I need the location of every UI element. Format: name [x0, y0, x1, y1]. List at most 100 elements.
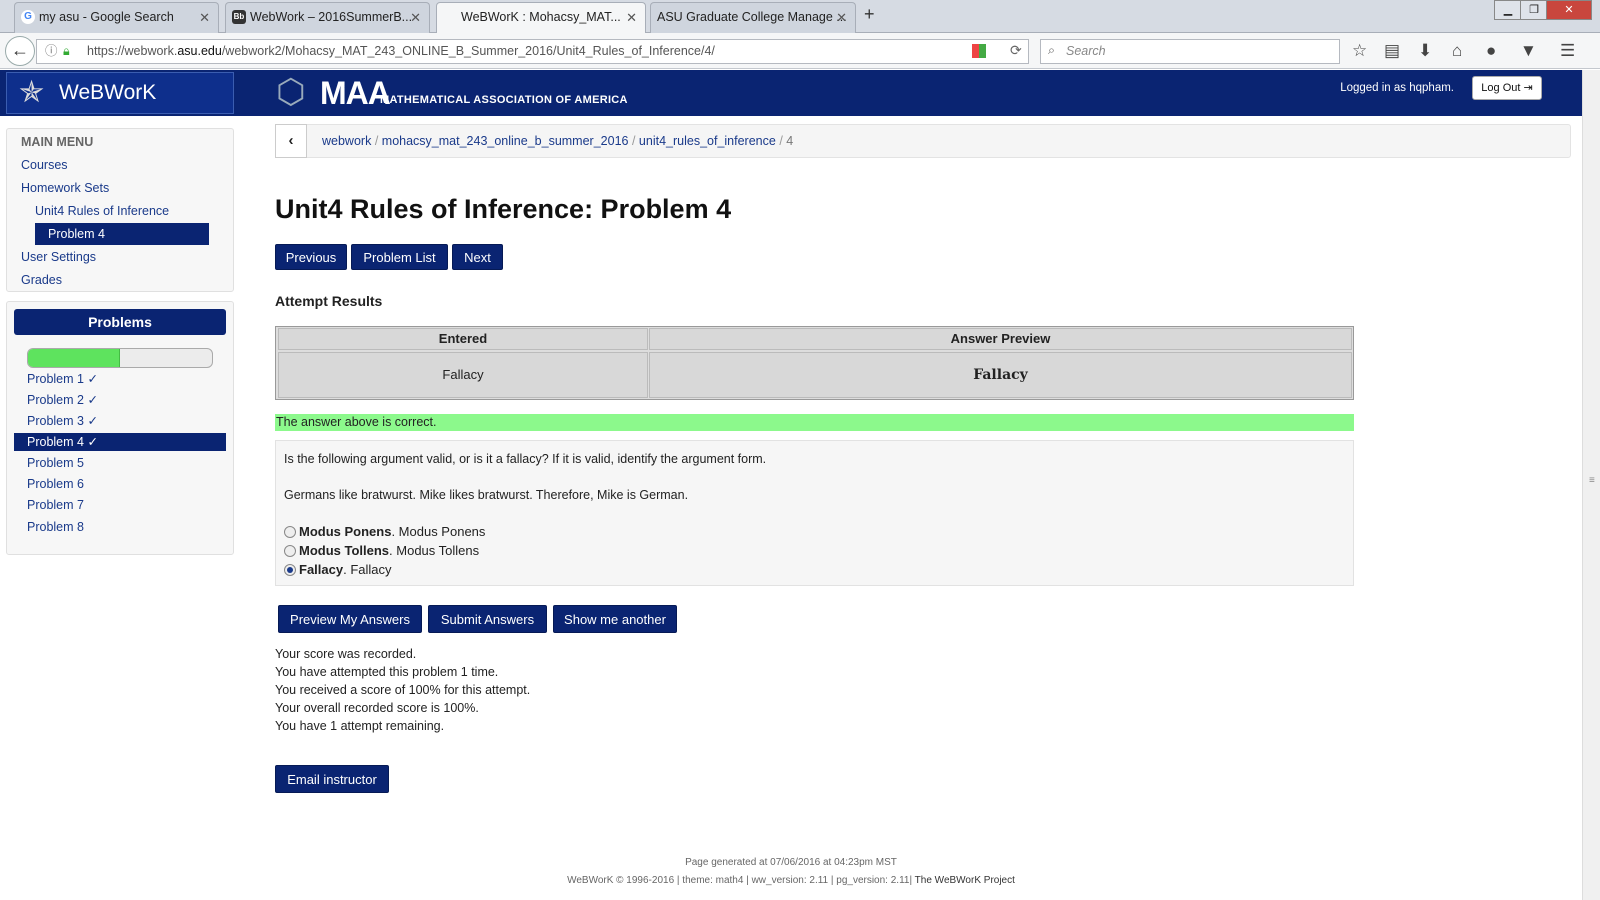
menu-item-homework-sets[interactable]: Homework Sets — [21, 181, 109, 195]
hamburger-menu-icon[interactable]: ☰ — [1560, 41, 1575, 61]
site-header: ✯ WeBWorK ⬡ MAA MATHEMATICAL ASSOCIATION… — [0, 70, 1582, 116]
blackboard-icon: Bb — [232, 10, 246, 24]
submit-answers-button[interactable]: Submit Answers — [428, 605, 547, 633]
search-input[interactable]: ⌕ Search — [1040, 39, 1340, 64]
score-line: Your overall recorded score is 100%. — [275, 701, 479, 715]
problem-link-3[interactable]: Problem 3 ✓ — [27, 413, 98, 428]
radio-button[interactable] — [284, 545, 296, 557]
search-icon: ⌕ — [1048, 43, 1056, 57]
preview-answers-button[interactable]: Preview My Answers — [278, 605, 422, 633]
previous-button[interactable]: Previous — [275, 244, 347, 270]
radio-button[interactable] — [284, 526, 296, 538]
problem-list-button[interactable]: Problem List — [351, 244, 448, 270]
main-menu: MAIN MENU Courses Homework Sets Unit4 Ru… — [6, 128, 234, 292]
close-icon[interactable]: ✕ — [199, 3, 210, 32]
window-close-button[interactable]: ✕ — [1546, 0, 1592, 20]
page-scrollbar[interactable]: ≡ — [1582, 70, 1600, 900]
next-button[interactable]: Next — [452, 244, 503, 270]
score-line: You received a score of 100% for this at… — [275, 683, 531, 697]
close-icon[interactable]: ✕ — [626, 3, 637, 32]
bookmark-star-icon[interactable]: ☆ — [1352, 41, 1367, 61]
pocket-icon[interactable]: ▼ — [1520, 41, 1537, 61]
option-label-rest: . Modus Tollens — [389, 543, 480, 558]
breadcrumb-current: 4 — [786, 134, 794, 148]
url-bar[interactable]: ⓘ 🔒︎ https://webwork.asu.edu/webwork2/Mo… — [36, 39, 1029, 64]
footer-version-text: WeBWorK © 1996-2016 | theme: math4 | ww_… — [567, 875, 913, 886]
extension-icon[interactable] — [972, 44, 986, 58]
option-fallacy[interactable]: Fallacy. Fallacy — [284, 562, 392, 577]
chevron-left-icon[interactable]: ‹ — [275, 124, 307, 158]
problem-link-6[interactable]: Problem 6 — [27, 477, 84, 491]
menu-item-unit4[interactable]: Unit4 Rules of Inference — [35, 204, 169, 218]
browser-tab-bar: G my asu - Google Search ✕ Bb WebWork – … — [0, 0, 1600, 34]
close-icon[interactable]: ✕ — [410, 3, 421, 32]
tab-webwork-active[interactable]: WeBWorK : Mohacsy_MAT... ✕ — [436, 2, 646, 34]
main-menu-heading: MAIN MENU — [21, 135, 94, 149]
menu-item-courses[interactable]: Courses — [21, 158, 68, 172]
page-title: Unit4 Rules of Inference: Problem 4 — [275, 194, 732, 224]
download-icon[interactable]: ⬇ — [1418, 41, 1432, 61]
breadcrumb-course[interactable]: mohacsy_mat_243_online_b_summer_2016 — [382, 134, 629, 148]
option-label-rest: . Fallacy — [343, 562, 392, 577]
problem-link-1[interactable]: Problem 1 ✓ — [27, 371, 98, 386]
reload-icon[interactable]: ⟳ — [1010, 42, 1022, 59]
menu-item-user-settings[interactable]: User Settings — [21, 250, 96, 264]
problems-heading: Problems — [14, 309, 226, 335]
option-label-bold: Modus Ponens — [299, 524, 392, 539]
score-line: You have attempted this problem 1 time. — [275, 665, 499, 679]
minimize-button[interactable]: ▁ — [1494, 0, 1522, 20]
home-icon[interactable]: ⌂ — [1452, 41, 1462, 61]
breadcrumb-separator: / — [779, 134, 783, 148]
option-modus-tollens[interactable]: Modus Tollens. Modus Tollens — [284, 543, 479, 558]
webwork-project-link[interactable]: The WeBWorK Project — [915, 875, 1015, 886]
progress-bar — [27, 348, 213, 368]
option-label-bold: Fallacy — [299, 562, 344, 577]
problem-link-7[interactable]: Problem 7 — [27, 498, 84, 512]
logged-in-text: Logged in as hqpham. — [1340, 82, 1454, 94]
exit-icon: ⇥ — [1523, 82, 1533, 94]
close-icon[interactable]: ✕ — [836, 3, 847, 32]
footer-copyright: WeBWorK © 1996-2016 | theme: math4 | ww_… — [0, 875, 1582, 886]
show-another-button[interactable]: Show me another — [553, 605, 677, 633]
new-tab-button[interactable]: + — [864, 4, 875, 25]
tab-label: WeBWorK : Mohacsy_MAT... — [461, 10, 621, 24]
scroll-grip-icon[interactable]: ≡ — [1589, 475, 1595, 486]
answer-preview-cell: Fallacy — [649, 352, 1352, 398]
question-text: Is the following argument valid, or is i… — [284, 452, 767, 466]
problem-link-8[interactable]: Problem 8 — [27, 520, 84, 534]
breadcrumb-separator: / — [374, 134, 379, 148]
problem-link-5[interactable]: Problem 5 — [27, 456, 84, 470]
maa-long-name: MATHEMATICAL ASSOCIATION OF AMERICA — [380, 94, 628, 106]
menu-item-problem-4-selected[interactable]: Problem 4 — [35, 223, 209, 245]
info-icon[interactable]: ⓘ — [45, 40, 58, 63]
tab-label: my asu - Google Search — [39, 10, 174, 24]
webwork-brand-link[interactable]: ✯ WeBWorK — [6, 72, 234, 114]
correct-message: The answer above is correct. — [275, 414, 1354, 431]
url-domain: asu.edu — [177, 44, 222, 58]
reading-list-icon[interactable]: ▤ — [1384, 41, 1400, 61]
attempt-results-heading: Attempt Results — [275, 293, 383, 309]
problem-link-4-selected[interactable]: Problem 4 ✓ — [14, 433, 226, 451]
tab-blackboard[interactable]: Bb WebWork – 2016SummerB... ✕ — [225, 2, 430, 33]
chat-icon[interactable]: ● — [1486, 41, 1496, 61]
maximize-button[interactable]: ❐ — [1520, 0, 1548, 20]
breadcrumb-webwork[interactable]: webwork — [322, 134, 371, 148]
tab-label: WebWork – 2016SummerB... — [250, 10, 413, 24]
radio-button-selected[interactable] — [284, 564, 296, 576]
tab-asu-graduate[interactable]: ASU Graduate College Manage ... ✕ — [650, 2, 856, 33]
option-modus-ponens[interactable]: Modus Ponens. Modus Ponens — [284, 524, 485, 539]
breadcrumb: ‹ webwork / mohacsy_mat_243_online_b_sum… — [275, 124, 1571, 158]
tab-google-search[interactable]: G my asu - Google Search ✕ — [14, 2, 219, 33]
menu-item-grades[interactable]: Grades — [21, 273, 62, 287]
breadcrumb-set[interactable]: unit4_rules_of_inference — [639, 134, 776, 148]
problem-body: Is the following argument valid, or is i… — [275, 440, 1354, 586]
email-instructor-button[interactable]: Email instructor — [275, 765, 389, 793]
google-icon: G — [21, 10, 35, 24]
back-arrow-icon[interactable]: ← — [5, 36, 35, 66]
logout-button[interactable]: Log Out ⇥ — [1472, 76, 1542, 100]
url-prefix: https://webwork. — [87, 44, 178, 58]
breadcrumb-separator: / — [631, 134, 636, 148]
tab-label: ASU Graduate College Manage ... — [657, 10, 847, 24]
problem-link-2[interactable]: Problem 2 ✓ — [27, 392, 98, 407]
footer-generated: Page generated at 07/06/2016 at 04:23pm … — [685, 857, 897, 868]
